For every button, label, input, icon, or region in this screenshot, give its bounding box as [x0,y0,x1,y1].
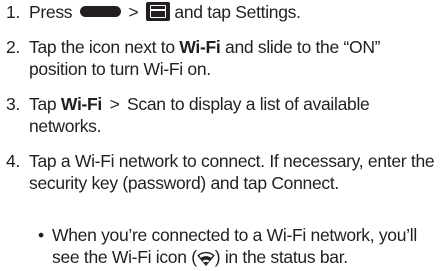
step-3: 3. Tap Wi-Fi > Scan to display a list of… [6,93,437,137]
bullet-glyph: • [38,225,44,245]
note-bullet: • When you’re connected to a Wi-Fi netwo… [38,224,437,271]
step-1: 1. Press > and tap Settings. [6,1,437,23]
step-2: 2. Tap the icon next to Wi-Fi and slide … [6,36,437,80]
step-text: Tap a Wi-Fi network to connect. If neces… [29,151,435,193]
step-text: Tap the icon next to Wi-Fi and slide to … [29,37,381,79]
home-key-icon [79,6,121,17]
instruction-list: 1. Press > and tap Settings. 2. Tap the … [0,0,441,268]
step-text: Press > and tap Settings. [29,2,301,22]
step-text: Tap Wi-Fi > Scan to display a list of av… [29,94,370,136]
menu-key-icon [145,2,170,21]
step-4: 4. Tap a Wi-Fi network to connect. If ne… [6,150,437,194]
step-number: 4. [6,151,20,171]
note-text: When you’re connected to a Wi-Fi network… [52,224,437,271]
connect-keyword: Connect. [271,173,339,193]
settings-keyword: Settings. [235,2,301,22]
step-number: 3. [6,94,20,114]
step-number: 1. [6,2,20,22]
wifi-keyword: Wi-Fi [60,94,102,114]
step-number: 2. [6,37,20,57]
scan-keyword: Scan [127,94,166,114]
wifi-keyword: Wi-Fi [179,37,221,57]
